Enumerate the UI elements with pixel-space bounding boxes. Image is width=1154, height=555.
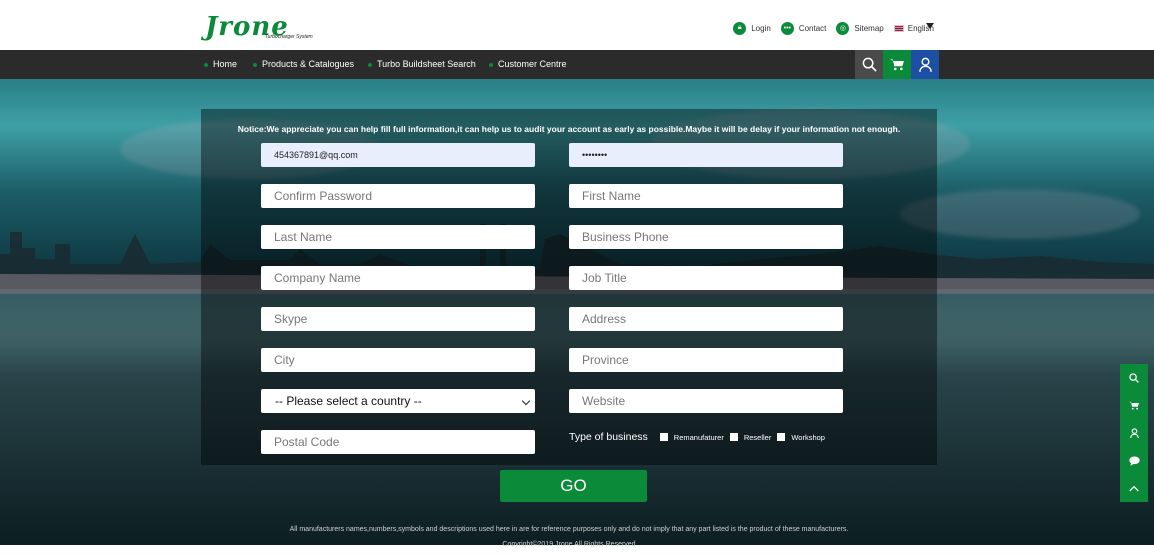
sitemap-link[interactable]: ◎ Sitemap xyxy=(836,21,884,35)
business-type-option: Reseller xyxy=(729,432,772,442)
nav-products-catalogues[interactable]: Products & Catalogues xyxy=(253,59,354,69)
first-name-field[interactable] xyxy=(569,184,843,208)
reseller-label: Reseller xyxy=(743,432,772,442)
lock-icon: 🔒︎ xyxy=(733,21,747,35)
email-field[interactable] xyxy=(261,143,535,167)
chat-icon xyxy=(1128,456,1140,466)
workshop-label: Workshop xyxy=(791,432,825,442)
nav-search-button[interactable] xyxy=(855,50,883,79)
last-name-field[interactable] xyxy=(261,225,535,249)
login-label: Login xyxy=(751,23,771,33)
notice-text: Notice:We appreciate you can help fill f… xyxy=(237,124,901,134)
chevron-down-icon xyxy=(521,396,531,406)
nav-cart-button[interactable] xyxy=(883,50,911,79)
language-dropdown-caret-icon[interactable] xyxy=(926,23,934,29)
chat-icon: ••• xyxy=(780,21,794,35)
jrone-logo[interactable]: Jrone Turbocharger System xyxy=(205,14,325,44)
nav-home[interactable]: Home xyxy=(204,59,237,69)
workshop-checkbox[interactable] xyxy=(777,433,786,441)
business-phone-field[interactable] xyxy=(569,225,843,249)
side-user-button[interactable] xyxy=(1120,419,1148,447)
password-field[interactable] xyxy=(569,143,843,167)
province-field[interactable] xyxy=(569,348,843,372)
contact-label: Contact xyxy=(798,23,827,33)
reseller-checkbox[interactable] xyxy=(729,433,738,441)
floating-side-toolbar xyxy=(1120,364,1148,502)
cart-icon xyxy=(890,59,904,71)
footer-copyright: Copyright©2019 Jrone All Rights Reserved xyxy=(502,541,636,548)
user-icon xyxy=(1129,428,1139,438)
side-back-to-top-button[interactable] xyxy=(1120,474,1148,502)
website-field[interactable] xyxy=(569,389,843,413)
business-type-label: Type of business xyxy=(569,431,648,443)
country-select[interactable]: -- Please select a country -- xyxy=(261,389,535,413)
cart-icon xyxy=(1129,401,1139,410)
top-links: 🔒︎ Login ••• Contact ◎ Sitemap English xyxy=(723,20,934,36)
city-field[interactable] xyxy=(261,348,535,372)
chevron-up-icon xyxy=(1129,485,1139,492)
globe-icon: ◎ xyxy=(836,21,850,35)
uk-flag-icon xyxy=(893,24,904,32)
nav-turbo-buildsheet-search[interactable]: Turbo Buildsheet Search xyxy=(368,59,476,69)
side-cart-button[interactable] xyxy=(1120,392,1148,420)
site-header: Jrone Turbocharger System 🔒︎ Login ••• C… xyxy=(0,0,1154,50)
skype-field[interactable] xyxy=(261,307,535,331)
sitemap-label: Sitemap xyxy=(854,23,884,33)
postal-code-field[interactable] xyxy=(261,430,535,454)
search-icon xyxy=(1129,373,1139,383)
business-type-option: Workshop xyxy=(777,433,825,442)
country-select-value: -- Please select a country -- xyxy=(275,394,422,408)
business-type-group: Type of business Remanufaturer Reseller … xyxy=(569,431,831,443)
footer-disclaimer: All manufacturers names,numbers,symbols … xyxy=(289,526,849,533)
search-icon xyxy=(862,57,877,72)
registration-panel: Notice:We appreciate you can help fill f… xyxy=(201,109,937,465)
main-nav: Home Products & Catalogues Turbo Buildsh… xyxy=(0,50,1154,79)
company-name-field[interactable] xyxy=(261,266,535,290)
side-chat-button[interactable] xyxy=(1120,447,1148,475)
nav-user-button[interactable] xyxy=(911,50,939,79)
confirm-password-field[interactable] xyxy=(261,184,535,208)
remanufacturer-checkbox[interactable] xyxy=(659,433,668,441)
address-field[interactable] xyxy=(569,307,843,331)
remanufacturer-label: Remanufaturer xyxy=(673,432,724,442)
go-submit-button[interactable]: GO xyxy=(500,470,647,502)
business-type-option: Remanufaturer xyxy=(659,432,724,442)
logo-subtitle: Turbocharger System xyxy=(265,34,313,40)
job-title-field[interactable] xyxy=(569,266,843,290)
user-icon xyxy=(918,57,932,72)
login-link[interactable]: 🔒︎ Login xyxy=(733,21,771,35)
nav-customer-centre[interactable]: Customer Centre xyxy=(489,59,567,69)
contact-link[interactable]: ••• Contact xyxy=(780,21,827,35)
side-search-button[interactable] xyxy=(1120,364,1148,392)
